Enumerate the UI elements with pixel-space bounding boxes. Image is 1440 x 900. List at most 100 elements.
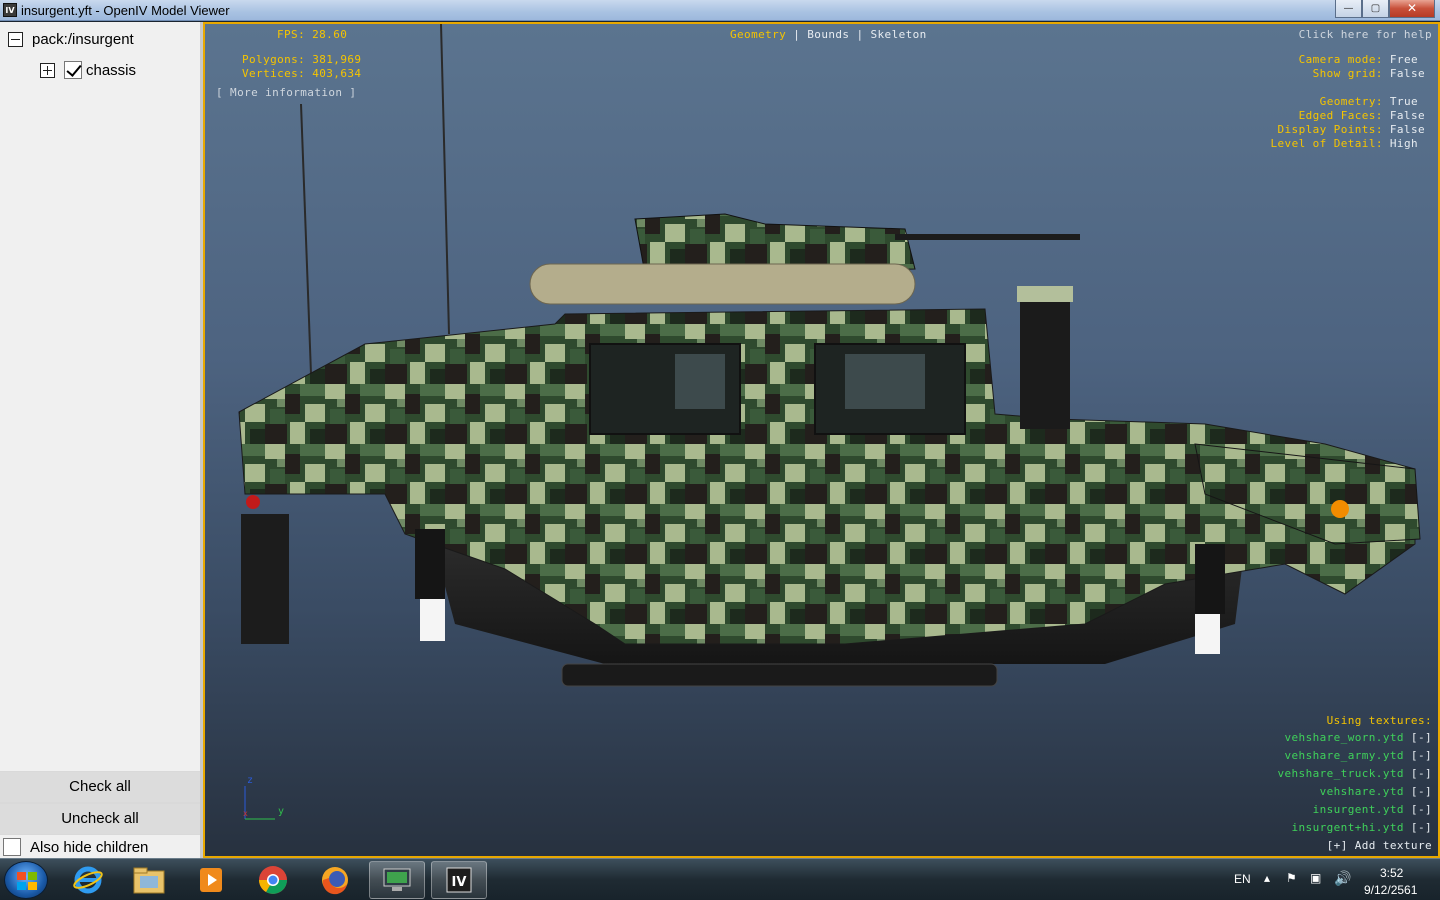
polygons-readout: Polygons: 381,969 (242, 53, 361, 66)
texture-name: vehshare_truck.ytd (1277, 767, 1404, 780)
view-mode-tabs: Geometry | Bounds | Skeleton (730, 28, 927, 41)
tree-item-chassis[interactable]: chassis (40, 60, 136, 80)
lod-value[interactable]: High (1390, 137, 1418, 150)
vehicle-model-render[interactable] (205, 24, 1438, 856)
antenna-left (300, 103, 312, 375)
geometry-readout[interactable]: Geometry: True (1320, 95, 1418, 108)
texture-name: vehshare.ytd (1319, 785, 1404, 798)
level-of-detail-readout[interactable]: Level of Detail: High (1271, 137, 1419, 150)
title-bar[interactable]: IV insurgent.yft - OpenIV Model Viewer —… (0, 0, 1440, 21)
remove-texture-button[interactable]: [-] (1411, 749, 1432, 762)
edged-faces-label: Edged Faces: (1298, 109, 1383, 122)
texture-list: vehshare_worn.ytd [-] vehshare_army.ytd … (1277, 731, 1432, 856)
texture-name: vehshare_army.ytd (1284, 749, 1404, 762)
tab-separator: | (856, 28, 864, 41)
collapse-icon[interactable] (8, 31, 23, 47)
geometry-value[interactable]: True (1390, 95, 1418, 108)
texture-name: vehshare_worn.ytd (1284, 731, 1404, 744)
tab-bounds[interactable]: Bounds (807, 28, 849, 41)
firefox-icon[interactable] (307, 861, 363, 899)
display-points-readout[interactable]: Display Points: False (1278, 123, 1426, 136)
exhaust-stack (1020, 289, 1070, 429)
model-tree-panel: pack:/insurgent chassis Check all Unchec… (0, 22, 203, 859)
openiv-taskbar-icon[interactable]: IV (431, 861, 487, 899)
display-points-value[interactable]: False (1390, 123, 1425, 136)
texture-name: insurgent.ytd (1312, 803, 1404, 816)
rear-red-light (246, 495, 260, 509)
action-center-icon[interactable]: ⚑ (1286, 871, 1297, 885)
tab-geometry[interactable]: Geometry (730, 28, 786, 41)
also-hide-children-option[interactable]: Also hide children (0, 835, 200, 859)
axis-y-label: y (278, 806, 285, 817)
vertices-label: Vertices: (242, 67, 306, 80)
camera-mode-value[interactable]: Free (1390, 53, 1418, 66)
remove-texture-button[interactable]: [-] (1411, 767, 1432, 780)
minimize-button[interactable]: — (1335, 0, 1362, 18)
texture-item: insurgent.ytd [-] (1277, 803, 1432, 821)
language-indicator[interactable]: EN (1234, 872, 1251, 886)
using-textures-label: Using textures: (1326, 714, 1432, 727)
remove-texture-button[interactable]: [-] (1411, 731, 1432, 744)
edged-faces-value[interactable]: False (1390, 109, 1425, 122)
tree-child-label: chassis (86, 61, 137, 79)
vertices-value: 403,634 (312, 67, 362, 80)
internet-explorer-icon[interactable] (60, 861, 116, 899)
window-title: insurgent.yft - OpenIV Model Viewer (21, 3, 230, 18)
edged-faces-readout[interactable]: Edged Faces: False (1299, 109, 1425, 122)
geometry-label: Geometry: (1319, 95, 1383, 108)
clock-time[interactable]: 3:52 (1380, 866, 1403, 880)
window-controls: — ▢ ✕ (1335, 0, 1435, 18)
show-grid-label: Show grid: (1312, 67, 1383, 80)
add-texture-button[interactable]: [+] Add texture (1277, 839, 1432, 856)
tree-item-root[interactable]: pack:/insurgent (8, 29, 134, 49)
camera-mode-label: Camera mode: (1298, 53, 1383, 66)
windows-logo-icon (17, 872, 37, 890)
svg-text:IV: IV (452, 875, 467, 890)
texture-item: vehshare_worn.ytd [-] (1277, 731, 1432, 749)
help-link[interactable]: Click here for help (1299, 28, 1432, 41)
show-grid-readout[interactable]: Show grid: False (1313, 67, 1425, 80)
model-viewport[interactable]: FPS: 28.60 Polygons: 381,969 Vertices: 4… (203, 22, 1440, 858)
start-button[interactable] (4, 861, 48, 899)
file-explorer-icon[interactable] (121, 861, 177, 899)
axis-z-label: z (247, 775, 254, 786)
expand-icon[interactable] (40, 62, 55, 78)
taskbar: IV EN ▴ ⚑ ▣ 🔊 3:52 9/12/2561 (0, 858, 1440, 900)
network-icon[interactable]: ▣ (1310, 871, 1321, 885)
clock-date[interactable]: 9/12/2561 (1364, 883, 1417, 897)
media-player-icon[interactable] (183, 861, 239, 899)
check-all-button[interactable]: Check all (0, 772, 200, 802)
openiv-app-icon[interactable]: IV (3, 3, 17, 17)
uncheck-all-button[interactable]: Uncheck all (0, 804, 200, 834)
tree-root-label: pack:/insurgent (32, 30, 134, 48)
tab-skeleton[interactable]: Skeleton (871, 28, 927, 41)
remove-texture-button[interactable]: [-] (1411, 803, 1432, 816)
show-grid-value[interactable]: False (1390, 67, 1425, 80)
camera-mode-readout[interactable]: Camera mode: Free (1299, 53, 1418, 66)
also-hide-children-label: Also hide children (30, 838, 149, 856)
more-information-link[interactable]: [ More information ] (216, 86, 356, 99)
texture-item: vehshare_truck.ytd [-] (1277, 767, 1432, 785)
chrome-icon[interactable] (245, 861, 301, 899)
fps-value: 28.60 (312, 28, 348, 41)
chassis-visibility-checkbox[interactable] (64, 61, 82, 79)
fps-label: FPS: (277, 28, 306, 41)
side-step-bar (561, 663, 998, 687)
texture-item: insurgent+hi.ytd [-] (1277, 821, 1432, 839)
display-points-label: Display Points: (1277, 123, 1383, 136)
close-button[interactable]: ✕ (1389, 0, 1435, 18)
show-hidden-icons-icon[interactable]: ▴ (1264, 871, 1270, 885)
axis-x-label: x (243, 809, 249, 818)
polygons-value: 381,969 (312, 53, 362, 66)
remote-desktop-icon[interactable] (369, 861, 425, 899)
remove-texture-button[interactable]: [-] (1411, 821, 1432, 834)
polygons-label: Polygons: (242, 53, 306, 66)
also-hide-children-checkbox[interactable] (3, 838, 21, 856)
front-amber-light (1331, 500, 1349, 518)
fps-readout: FPS: 28.60 (277, 28, 347, 41)
maximize-button[interactable]: ▢ (1362, 0, 1389, 18)
remove-texture-button[interactable]: [-] (1411, 785, 1432, 798)
cargo-roll (529, 263, 916, 305)
volume-icon[interactable]: 🔊 (1334, 870, 1351, 887)
texture-name: insurgent+hi.ytd (1291, 821, 1404, 834)
